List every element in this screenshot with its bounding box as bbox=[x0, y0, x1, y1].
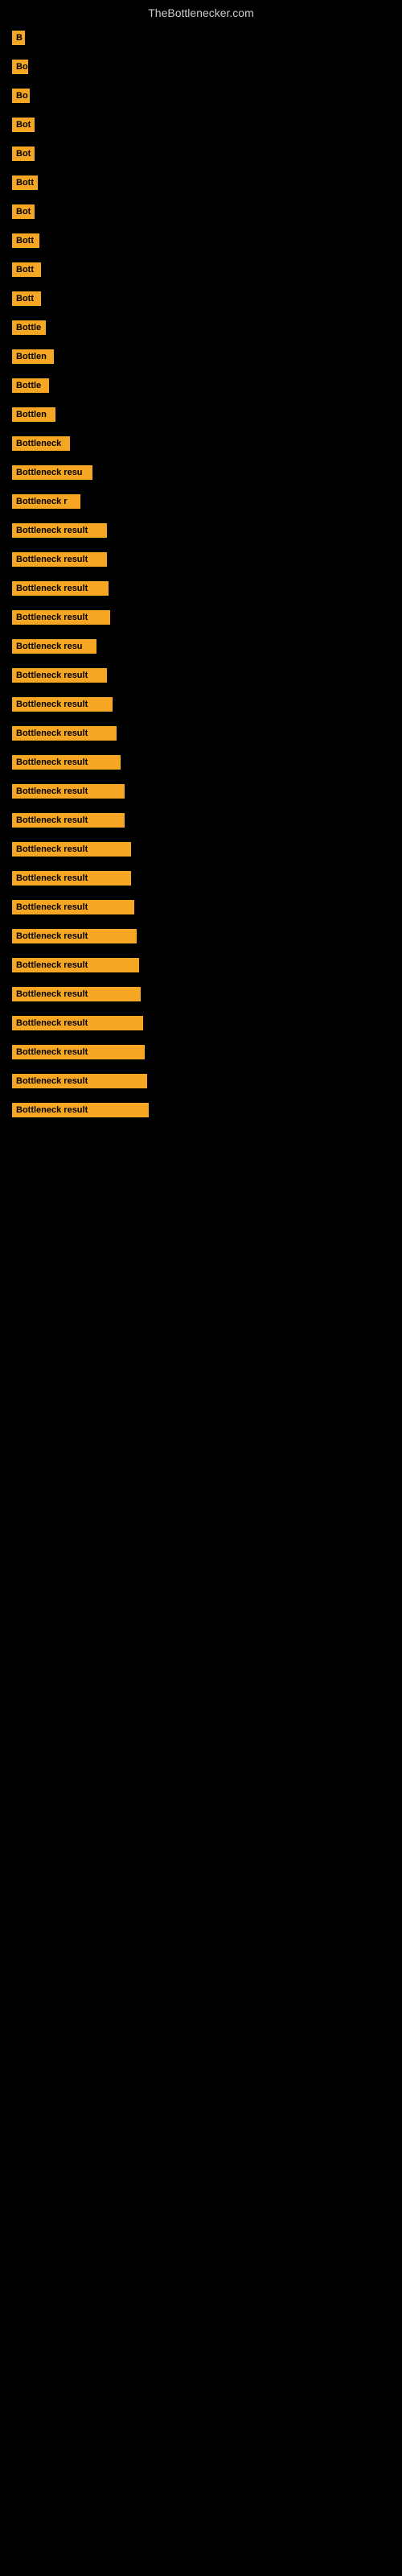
list-item: Bottleneck result bbox=[12, 987, 390, 1001]
bottleneck-label: Bot bbox=[12, 147, 35, 161]
bottleneck-label: Bott bbox=[12, 233, 39, 248]
bottleneck-label: Bottleneck result bbox=[12, 958, 139, 972]
list-item: Bottleneck result bbox=[12, 813, 390, 828]
bottleneck-label: Bottleneck result bbox=[12, 755, 121, 770]
bottleneck-label: Bott bbox=[12, 175, 38, 190]
list-item: Bottle bbox=[12, 378, 390, 393]
bottleneck-label: Bottleneck r bbox=[12, 494, 80, 509]
bottleneck-label: Bottleneck result bbox=[12, 1045, 145, 1059]
list-item: Bottleneck result bbox=[12, 1016, 390, 1030]
bottleneck-label: Bottleneck result bbox=[12, 697, 113, 712]
bottleneck-label: Bottleneck result bbox=[12, 1016, 143, 1030]
bottleneck-label: Bott bbox=[12, 262, 41, 277]
list-item: Bott bbox=[12, 262, 390, 277]
bottleneck-label: Bottleneck resu bbox=[12, 465, 92, 480]
list-item: Bottleneck result bbox=[12, 1045, 390, 1059]
list-item: Bottleneck result bbox=[12, 610, 390, 625]
bottleneck-label: Bottleneck result bbox=[12, 726, 117, 741]
bottleneck-label: Bottleneck result bbox=[12, 1074, 147, 1088]
bottleneck-label: Bottleneck result bbox=[12, 987, 141, 1001]
list-item: Bo bbox=[12, 89, 390, 103]
list-item: Bottleneck result bbox=[12, 1103, 390, 1117]
bottleneck-label: Bottlen bbox=[12, 349, 54, 364]
list-item: Bottleneck resu bbox=[12, 465, 390, 480]
list-item: Bottleneck result bbox=[12, 929, 390, 943]
list-item: Bottleneck result bbox=[12, 1074, 390, 1088]
bottleneck-label: Bottle bbox=[12, 320, 46, 335]
list-item: Bott bbox=[12, 291, 390, 306]
list-item: Bottleneck result bbox=[12, 900, 390, 914]
bottleneck-label: Bottleneck result bbox=[12, 610, 110, 625]
list-item: Bottleneck result bbox=[12, 842, 390, 857]
bottleneck-label: Bo bbox=[12, 60, 28, 74]
bottleneck-label: Bottleneck resu bbox=[12, 639, 96, 654]
list-item: Bottleneck result bbox=[12, 523, 390, 538]
list-item: Bottleneck result bbox=[12, 668, 390, 683]
bottleneck-label: Bottleneck result bbox=[12, 523, 107, 538]
list-item: Bottleneck result bbox=[12, 581, 390, 596]
list-item: Bott bbox=[12, 175, 390, 190]
bottleneck-label: Bottleneck result bbox=[12, 842, 131, 857]
bottleneck-label: Bot bbox=[12, 204, 35, 219]
list-item: B bbox=[12, 31, 390, 45]
list-item: Bottleneck result bbox=[12, 755, 390, 770]
list-item: Bottlen bbox=[12, 349, 390, 364]
bottleneck-label: Bottle bbox=[12, 378, 49, 393]
bottleneck-label: Bot bbox=[12, 118, 35, 132]
bottleneck-label: Bottleneck result bbox=[12, 784, 125, 799]
list-item: Bott bbox=[12, 233, 390, 248]
list-item: Bottleneck result bbox=[12, 871, 390, 886]
list-item: Bo bbox=[12, 60, 390, 74]
list-item: Bot bbox=[12, 204, 390, 219]
list-item: Bottleneck result bbox=[12, 784, 390, 799]
bottleneck-label: Bottleneck result bbox=[12, 900, 134, 914]
bottleneck-label: Bottleneck result bbox=[12, 1103, 149, 1117]
bottleneck-label: Bottlen bbox=[12, 407, 55, 422]
list-item: Bottleneck result bbox=[12, 697, 390, 712]
list-item: Bot bbox=[12, 118, 390, 132]
list-item: Bot bbox=[12, 147, 390, 161]
list-item: Bottleneck bbox=[12, 436, 390, 451]
items-container: B Bo Bo Bot Bot Bott Bot Bott Bott Bott Bottle Bott… bbox=[0, 23, 402, 1140]
list-item: Bottleneck result bbox=[12, 726, 390, 741]
list-item: Bottleneck result bbox=[12, 552, 390, 567]
site-title: TheBottlenecker.com bbox=[0, 0, 402, 23]
list-item: Bottleneck result bbox=[12, 958, 390, 972]
bottleneck-label: Bottleneck result bbox=[12, 581, 109, 596]
bottleneck-label: B bbox=[12, 31, 25, 45]
bottleneck-label: Bott bbox=[12, 291, 41, 306]
list-item: Bottle bbox=[12, 320, 390, 335]
bottleneck-label: Bottleneck result bbox=[12, 871, 131, 886]
bottleneck-label: Bottleneck bbox=[12, 436, 70, 451]
list-item: Bottleneck r bbox=[12, 494, 390, 509]
bottleneck-label: Bo bbox=[12, 89, 30, 103]
bottleneck-label: Bottleneck result bbox=[12, 813, 125, 828]
bottleneck-label: Bottleneck result bbox=[12, 552, 107, 567]
list-item: Bottlen bbox=[12, 407, 390, 422]
list-item: Bottleneck resu bbox=[12, 639, 390, 654]
bottleneck-label: Bottleneck result bbox=[12, 929, 137, 943]
bottleneck-label: Bottleneck result bbox=[12, 668, 107, 683]
